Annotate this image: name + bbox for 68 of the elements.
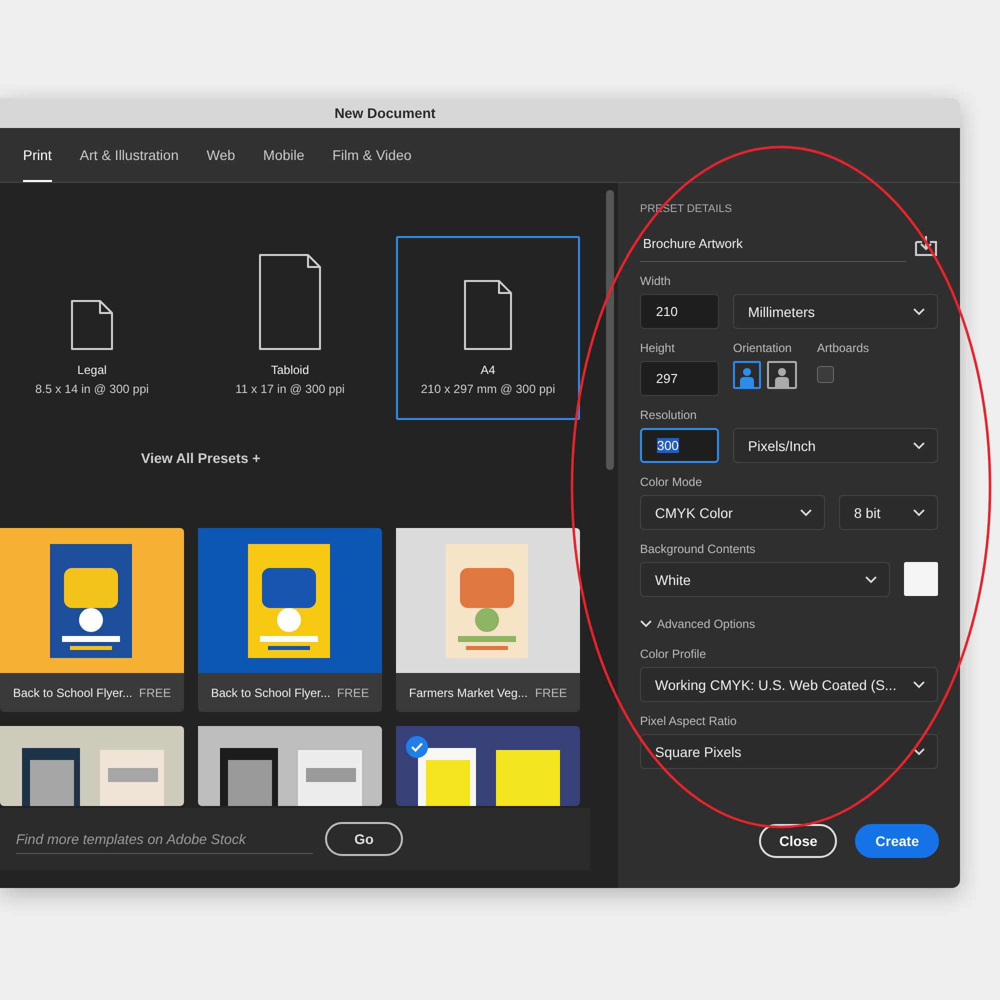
field-label: Height [640, 341, 676, 355]
template-card[interactable]: Back to School Flyer... FREE [0, 528, 184, 712]
tab[interactable]: Mobile [263, 128, 304, 182]
chevron-down-icon [800, 508, 812, 516]
advanced-options-toggle[interactable]: Advanced Options [640, 617, 938, 631]
preset-name-field[interactable]: Brochure Artwork [640, 230, 906, 262]
portrait-button[interactable] [733, 361, 761, 389]
pixel-aspect-dropdown[interactable]: Square Pixels [640, 734, 938, 769]
preset-card[interactable]: Legal 8.5 x 14 in @ 300 ppi [0, 236, 184, 420]
search-field[interactable]: Find more templates on Adobe Stock [16, 824, 313, 854]
width-field[interactable]: 210 [640, 294, 719, 329]
resolution-field[interactable]: 300 [640, 428, 719, 463]
chevron-down-icon [913, 308, 925, 316]
chevron-down-icon [913, 442, 925, 450]
go-button[interactable]: Go [325, 822, 403, 856]
create-button[interactable]: Create [855, 824, 939, 858]
chevron-down-icon [913, 680, 925, 688]
color-mode-dropdown[interactable]: CMYK Color [640, 495, 825, 530]
template-card[interactable]: Back to School Flyer... FREE [198, 528, 382, 712]
field-label: Pixel Aspect Ratio [640, 714, 738, 728]
price-label: FREE [138, 686, 171, 700]
unit-dropdown[interactable]: Millimeters [733, 294, 938, 329]
template-title: Back to School Flyer... [211, 686, 330, 700]
price-label: FREE [534, 686, 567, 700]
save-preset-icon[interactable] [914, 235, 938, 257]
scrollbar-thumb[interactable] [606, 190, 614, 470]
preset-card[interactable]: Tabloid 11 x 17 in @ 300 ppi [198, 236, 382, 420]
unit-dropdown[interactable]: Pixels/Inch [733, 428, 938, 463]
color-profile-dropdown[interactable]: Working CMYK: U.S. Web Coated (S... [640, 667, 938, 702]
template-card[interactable]: Farmers Market Veg... FREE [396, 528, 580, 712]
close-button[interactable]: Close [759, 824, 838, 858]
artboards-checkbox[interactable] [817, 366, 834, 383]
color-swatch[interactable] [904, 562, 938, 596]
chevron-down-icon [913, 508, 925, 516]
window-title: New Document [334, 105, 436, 121]
price-label: FREE [336, 686, 369, 700]
view-all-presets-link[interactable]: View All Presets + [141, 450, 260, 466]
tab[interactable]: Web [206, 128, 236, 182]
preset-card[interactable]: A4 210 x 297 mm @ 300 ppi [396, 236, 580, 420]
field-label: Color Profile [640, 647, 708, 661]
field-label: Artboards [817, 341, 870, 355]
chevron-down-icon [913, 748, 925, 756]
preset-name: Legal [77, 363, 107, 377]
template-title: Back to School Flyer... [13, 686, 132, 700]
field-label: Resolution [640, 408, 698, 422]
chevron-down-icon [640, 620, 652, 628]
document-icon [463, 279, 513, 351]
preset-size: 11 x 17 in @ 300 ppi [235, 382, 345, 396]
person-icon [739, 367, 755, 387]
preset-size: 210 x 297 mm @ 300 ppi [420, 382, 556, 396]
preset-name: Tabloid [270, 363, 310, 377]
chevron-down-icon [865, 576, 877, 584]
landscape-button[interactable] [767, 361, 797, 389]
height-field[interactable]: 297 [640, 361, 719, 396]
tab[interactable]: Film & Video [332, 128, 412, 182]
background-dropdown[interactable]: White [640, 562, 890, 597]
template-title: Farmers Market Veg... [409, 686, 528, 700]
document-icon [258, 253, 322, 351]
preset-name: A4 [480, 363, 496, 377]
bit-depth-dropdown[interactable]: 8 bit [839, 495, 938, 530]
field-label: Orientation [733, 341, 793, 355]
field-label: Color Mode [640, 475, 704, 489]
preset-size: 8.5 x 14 in @ 300 ppi [35, 382, 149, 396]
field-label: Background Contents [640, 542, 756, 556]
person-icon [774, 367, 790, 387]
field-label: Width [640, 274, 672, 288]
tab[interactable]: Art & Illustration [80, 128, 179, 182]
document-icon [70, 299, 114, 351]
